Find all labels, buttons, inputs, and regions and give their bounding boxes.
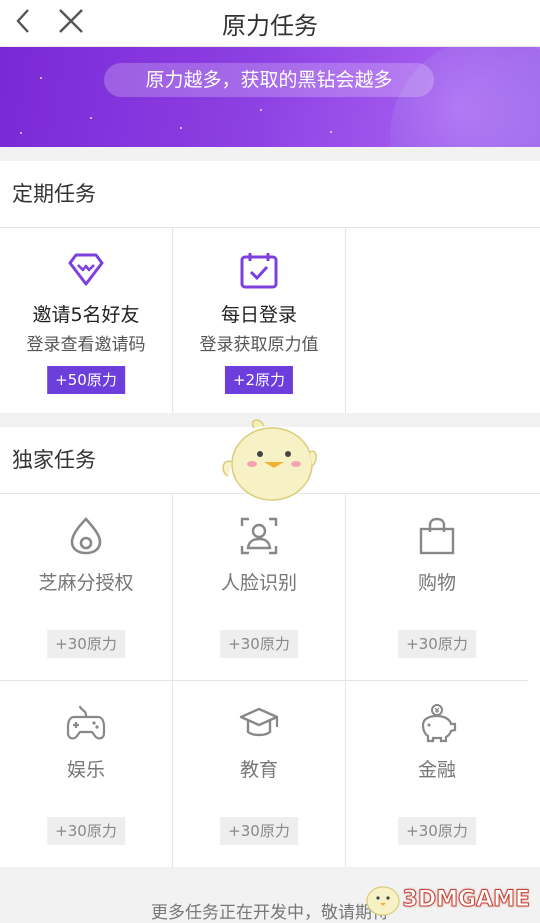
reward-badge: +2原力 bbox=[224, 366, 294, 394]
gamepad-icon bbox=[66, 705, 106, 740]
task-name: 金融 bbox=[417, 759, 456, 781]
task-name: 每日登录 bbox=[220, 304, 297, 326]
top-bar: 原力任务 bbox=[0, 0, 540, 47]
reward-badge: +30原力 bbox=[220, 630, 298, 658]
shopping-bag-icon bbox=[419, 517, 455, 555]
task-shopping[interactable]: 购物 +30原力 bbox=[346, 494, 528, 681]
task-desc: 登录获取原力值 bbox=[199, 335, 319, 355]
reward-badge: +30原力 bbox=[398, 630, 476, 658]
planet-decoration bbox=[390, 47, 540, 147]
piggy-bank-icon bbox=[421, 704, 457, 743]
reward-badge: +30原力 bbox=[220, 817, 298, 845]
task-name: 购物 bbox=[417, 572, 456, 594]
reward-badge: +50原力 bbox=[47, 366, 125, 394]
calendar-check-icon bbox=[240, 253, 278, 289]
watermark-text: 3DMGAME bbox=[402, 886, 530, 912]
task-sesame-auth[interactable]: 芝麻分授权 +30原力 bbox=[0, 494, 173, 681]
task-name: 教育 bbox=[239, 759, 278, 781]
task-face-recognition[interactable]: 人脸识别 +30原力 bbox=[173, 494, 346, 681]
diamond-icon bbox=[68, 253, 104, 286]
star-decoration bbox=[40, 77, 42, 79]
section-title: 定期任务 bbox=[0, 161, 540, 228]
task-education[interactable]: 教育 +30原力 bbox=[173, 681, 346, 867]
banner: 原力越多，获取的黑钻会越多 bbox=[0, 47, 540, 147]
task-invite-friends[interactable]: 邀请5名好友 登录查看邀请码 +50原力 bbox=[0, 228, 173, 413]
reward-badge: +30原力 bbox=[398, 817, 476, 845]
banner-slogan: 原力越多，获取的黑钻会越多 bbox=[104, 63, 434, 97]
star-decoration bbox=[20, 132, 22, 134]
watermark: 3DMGAME bbox=[363, 881, 531, 917]
reward-badge: +30原力 bbox=[47, 630, 125, 658]
task-finance[interactable]: 金融 +30原力 bbox=[346, 681, 528, 867]
graduation-cap-icon bbox=[239, 707, 279, 737]
sesame-icon bbox=[70, 517, 102, 555]
star-decoration bbox=[330, 131, 332, 133]
page-title: 原力任务 bbox=[222, 12, 318, 40]
mascot-chick-image bbox=[222, 419, 317, 501]
periodic-tasks-section: 定期任务 邀请5名好友 登录查看邀请码 +50原力 每日登录 登录获取原力值 +… bbox=[0, 161, 540, 413]
face-scan-icon bbox=[240, 517, 278, 555]
task-desc: 登录查看邀请码 bbox=[26, 335, 146, 355]
empty-cell bbox=[346, 228, 528, 413]
watermark-chick-icon bbox=[365, 886, 400, 916]
star-decoration bbox=[260, 109, 262, 111]
star-decoration bbox=[90, 117, 92, 119]
reward-badge: +30原力 bbox=[47, 817, 125, 845]
task-name: 芝麻分授权 bbox=[38, 572, 134, 594]
star-decoration bbox=[180, 127, 182, 129]
task-daily-login[interactable]: 每日登录 登录获取原力值 +2原力 bbox=[173, 228, 346, 413]
task-entertainment[interactable]: 娱乐 +30原力 bbox=[0, 681, 173, 867]
task-name: 邀请5名好友 bbox=[32, 304, 140, 326]
task-name: 娱乐 bbox=[66, 759, 105, 781]
task-name: 人脸识别 bbox=[220, 572, 297, 594]
